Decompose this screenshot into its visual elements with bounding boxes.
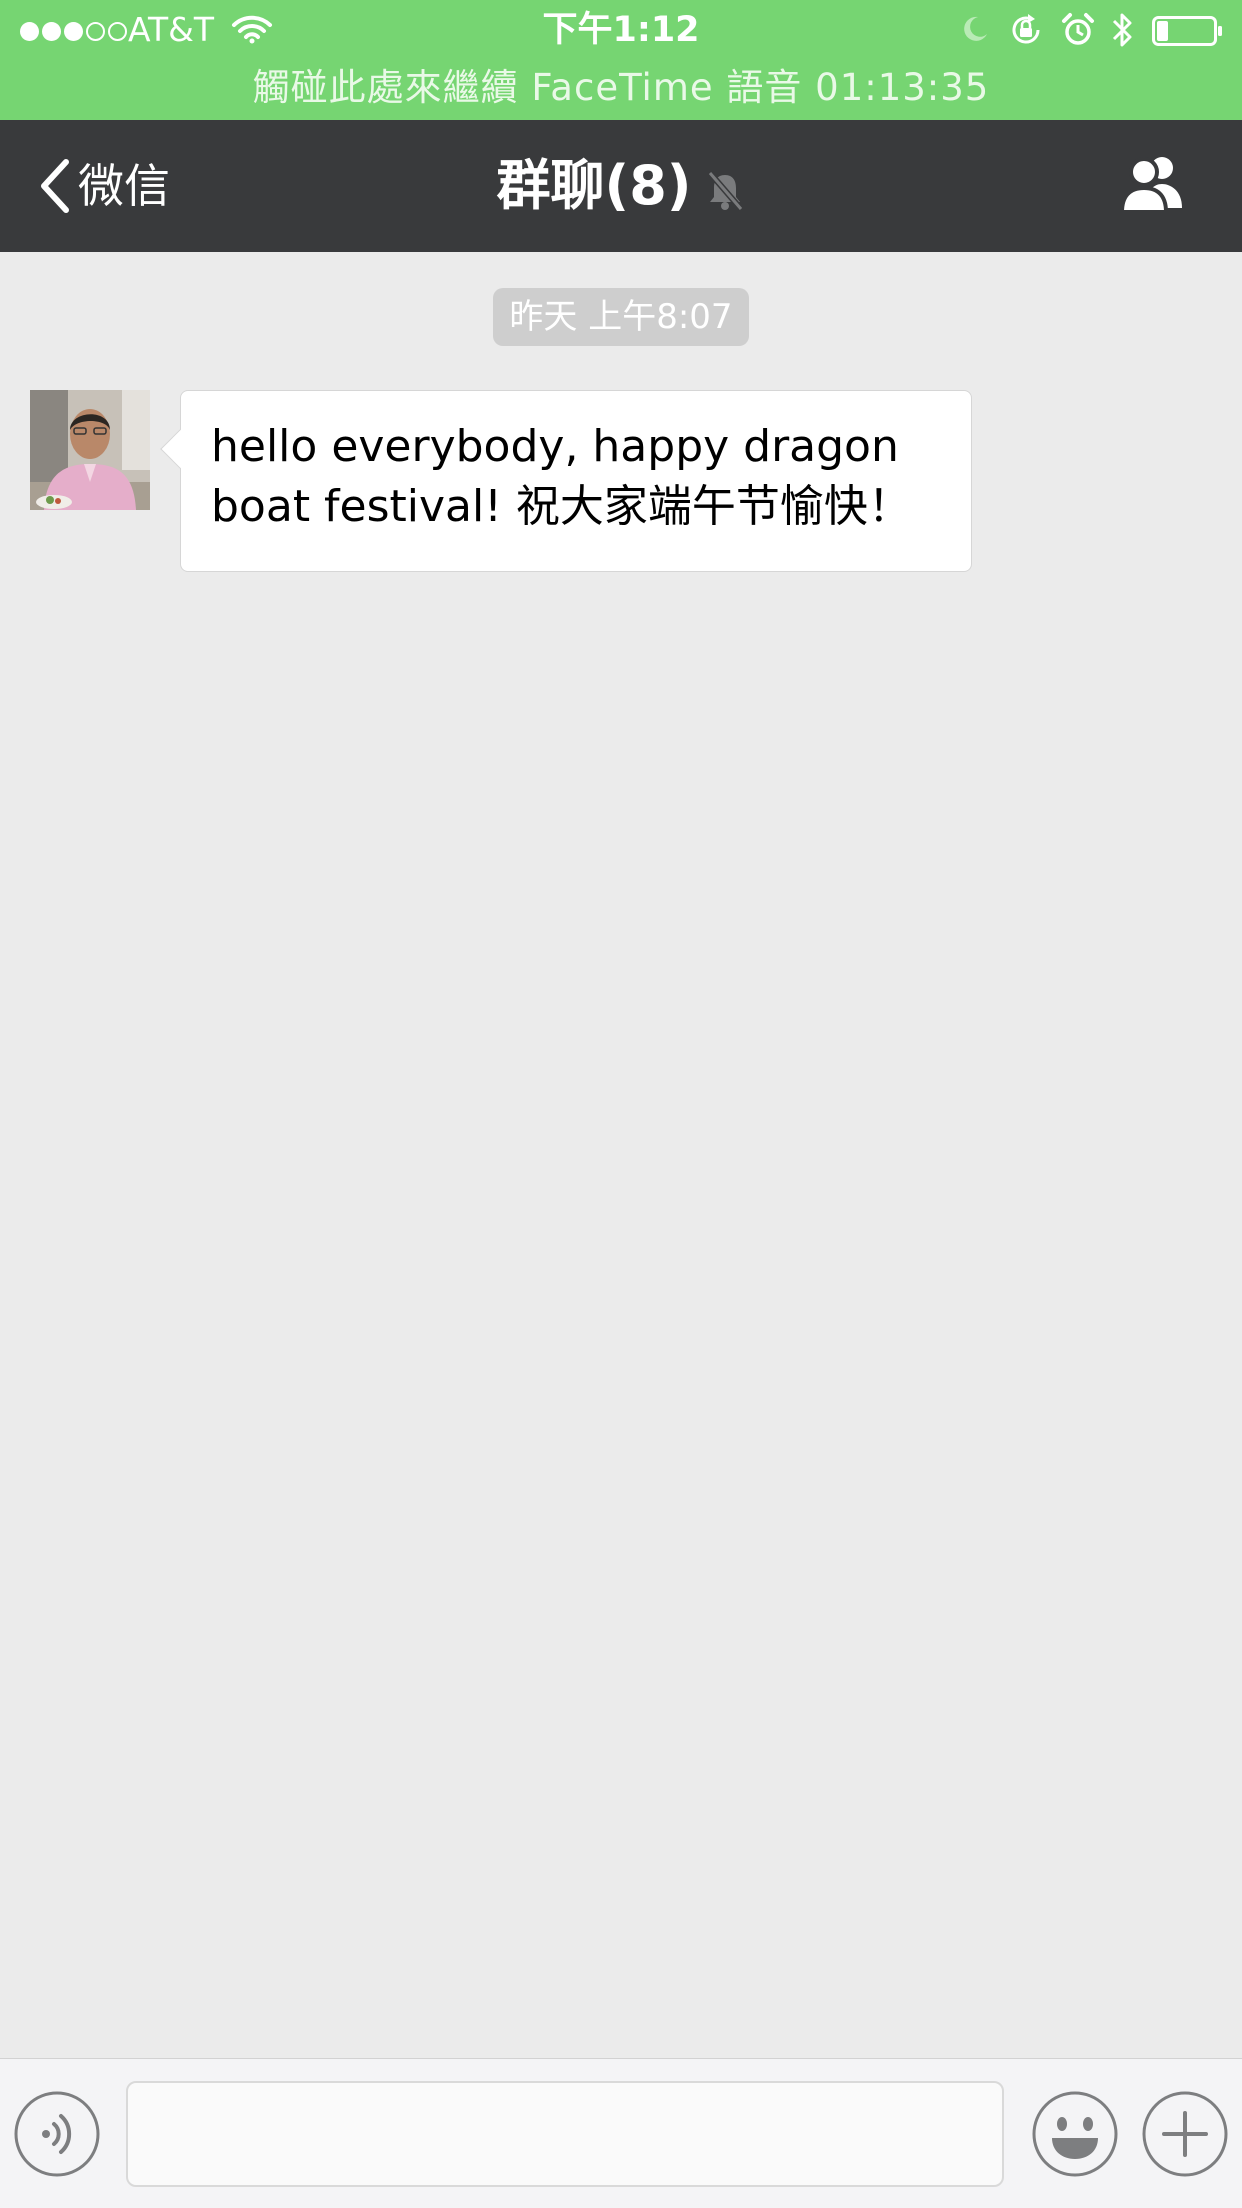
status-bar[interactable]: AT&T 下午1:12 觸碰此處來繼續 FaceTime 語音 01:13:35 xyxy=(0,0,1242,120)
avatar[interactable] xyxy=(30,390,150,510)
chat-title: 群聊(8) xyxy=(496,154,692,217)
group-members-button[interactable] xyxy=(1112,150,1192,222)
status-time: 下午1:12 xyxy=(542,10,700,50)
nav-title-group: 群聊(8) xyxy=(0,148,1242,224)
navigation-bar: 微信 群聊(8) xyxy=(0,120,1242,252)
rotation-lock-icon xyxy=(1012,14,1040,44)
plus-icon xyxy=(1142,2091,1228,2177)
message-input[interactable] xyxy=(126,2081,1004,2187)
emoji-button[interactable] xyxy=(1032,2091,1118,2177)
avatar-photo xyxy=(30,390,150,510)
message-list[interactable]: 昨天 上午8:07 hello everybody, happy dragon … xyxy=(0,252,1242,2058)
message-text: hello everybody, happy dragon boat festi… xyxy=(211,421,912,532)
moon-icon xyxy=(964,16,987,41)
alarm-icon xyxy=(1062,13,1094,45)
voice-icon xyxy=(14,2091,100,2177)
bubble-tail xyxy=(160,429,200,469)
voice-input-button[interactable] xyxy=(14,2091,100,2177)
timestamp-row: 昨天 上午8:07 xyxy=(0,288,1242,346)
wechat-chat-screen: AT&T 下午1:12 觸碰此處來繼續 FaceTime 語音 01:13:35… xyxy=(0,0,1242,2208)
bluetooth-icon xyxy=(1112,13,1132,47)
status-row: AT&T 下午1:12 xyxy=(0,0,1242,60)
facetime-return-banner[interactable]: 觸碰此處來繼續 FaceTime 語音 01:13:35 xyxy=(0,64,1242,112)
emoji-icon xyxy=(1032,2091,1118,2177)
more-actions-button[interactable] xyxy=(1142,2091,1228,2177)
battery-icon xyxy=(1152,16,1222,46)
battery-fill xyxy=(1157,21,1168,41)
input-toolbar xyxy=(0,2058,1242,2208)
timestamp-badge: 昨天 上午8:07 xyxy=(493,288,749,346)
group-members-icon xyxy=(1119,157,1182,214)
message-bubble[interactable]: hello everybody, happy dragon boat festi… xyxy=(160,390,972,572)
mute-bell-icon xyxy=(708,171,744,211)
